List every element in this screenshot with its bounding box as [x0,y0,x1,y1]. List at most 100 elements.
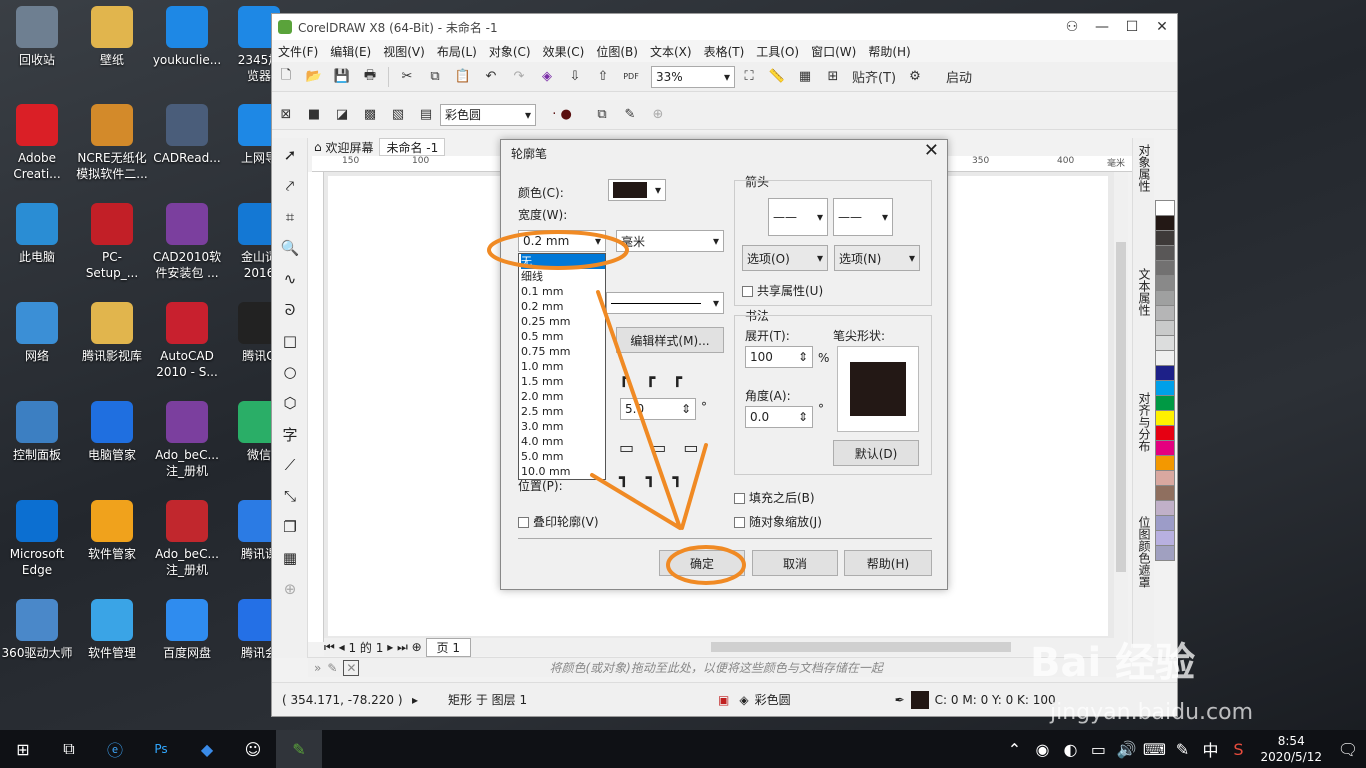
vertical-scrollbar[interactable] [1114,172,1128,642]
crop-tool-icon[interactable]: ⌗ [275,203,305,231]
save-icon[interactable]: 💾 [330,66,354,88]
width-option[interactable]: 2.5 mm [521,404,605,419]
status-arrow-icon[interactable]: ▸ [412,693,418,707]
desktop-icon[interactable]: 电脑管家 [76,401,148,463]
menu-item[interactable]: 位图(B) [590,43,644,60]
freehand-tool-icon[interactable]: ∿ [275,265,305,293]
paste-icon[interactable]: 📋 [451,66,475,88]
ie-browser-icon[interactable]: ⓔ [92,730,138,768]
width-option[interactable]: 4.0 mm [521,434,605,449]
add-tool-icon[interactable]: ⊕ [275,575,305,603]
task-view-icon[interactable]: ⧉ [46,730,92,768]
palette-swatch[interactable] [1155,500,1175,516]
pick-tool-icon[interactable]: ➚ [275,141,305,169]
palette-swatch[interactable] [1155,230,1175,246]
palette-swatch[interactable] [1155,365,1175,381]
guidelines-icon[interactable]: ⊞ [821,66,845,88]
position-icons[interactable]: ┓ ┓ ┓ [619,468,688,487]
import-icon[interactable]: ⇩ [563,66,587,88]
snap-to-button[interactable]: 贴齐(T) [849,66,899,88]
next-page-icon[interactable]: ▸ [383,640,397,654]
rulers-icon[interactable]: 📏 [765,66,789,88]
desktop-icon[interactable]: CAD2010软 件安装包 ... [151,203,223,281]
redo-icon[interactable]: ↷ [507,66,531,88]
artistic-media-icon[interactable]: ᘐ [275,296,305,324]
menu-item[interactable]: 窗口(W) [805,43,862,60]
desktop-icon[interactable]: Ado_beC... 注_册机 [151,401,223,479]
coreldraw-taskbar-icon[interactable]: ✎ [276,730,322,768]
palette-swatch[interactable] [1155,395,1175,411]
menu-item[interactable]: 表格(T) [698,43,751,60]
pattern-fill-icon[interactable]: ▩ [358,104,382,126]
options-gear-icon[interactable]: ⚙ [903,66,927,88]
network-icon[interactable]: ⌨ [1140,730,1168,768]
add-page-icon[interactable]: ⊕ [412,640,426,654]
palette-swatch[interactable] [1155,260,1175,276]
desktop-icon[interactable]: Ado_beC... 注_册机 [151,500,223,578]
menu-item[interactable]: 布局(L) [431,43,483,60]
prev-page-icon[interactable]: ◂ [339,640,349,654]
menu-item[interactable]: 视图(V) [377,43,431,60]
edit-style-button[interactable]: 编辑样式(M)... [616,327,724,353]
palette-swatch[interactable] [1155,350,1175,366]
close-button[interactable]: ✕ [1147,19,1177,35]
scale-with-object-checkbox[interactable]: 随对象缩放(J) [734,513,822,530]
width-option[interactable]: 5.0 mm [521,449,605,464]
cut-icon[interactable]: ✂ [395,66,419,88]
eyedropper-icon[interactable]: ✎ [327,661,337,675]
shape-tool-icon[interactable]: ⤤ [275,172,305,200]
security-icon[interactable]: ◉ [1028,730,1056,768]
last-page-icon[interactable]: ⏭ [397,640,412,655]
default-button[interactable]: 默认(D) [833,440,919,466]
pen-icon[interactable]: ✎ [1168,730,1196,768]
palette-swatch[interactable] [1155,305,1175,321]
end-arrow-combo[interactable]: —— ▾ [833,198,893,236]
docker-tab[interactable]: 文本属性 [1136,268,1153,386]
gradient-fill-icon[interactable]: ◪ [330,104,354,126]
desktop-icon[interactable]: 此电脑 [1,203,73,265]
miter-limit-field[interactable]: 5.0 ⇕ [620,398,696,420]
tab-welcome[interactable]: ⌂ 欢迎屏幕 [308,138,379,156]
docker-tab[interactable]: 对象属性 [1136,144,1153,262]
width-option[interactable]: 10.0 mm [521,464,605,479]
desktop-icon[interactable]: 回收站 [1,6,73,68]
minimize-button[interactable]: — [1087,19,1117,35]
palette-swatch[interactable] [1155,470,1175,486]
pdf-icon[interactable]: PDF [619,66,643,88]
palette-swatch[interactable] [1155,515,1175,531]
zoom-level-combo[interactable]: 33% ▾ [651,65,735,88]
docker-tab[interactable]: 对齐与分布 [1136,392,1153,510]
menu-item[interactable]: 帮助(H) [862,43,916,60]
stretch-field[interactable]: 100 ⇕ [745,346,813,368]
desktop-icon[interactable]: NCRE无纸化 模拟软件二... [76,104,148,182]
copy-fill-icon[interactable]: ⧉ [590,104,614,126]
texture-fill-icon[interactable]: ▧ [386,104,410,126]
zoom-tool-icon[interactable]: 🔍 [275,234,305,262]
width-option[interactable]: 2.0 mm [521,389,605,404]
start-arrow-combo[interactable]: —— ▾ [768,198,828,236]
desktop-icon[interactable]: AutoCAD 2010 - S... [151,302,223,380]
drop-shadow-icon[interactable]: ❐ [275,513,305,541]
desktop-icon[interactable]: 控制面板 [1,401,73,463]
desktop-icon[interactable]: 软件管理 [76,599,148,661]
desktop-icon[interactable]: PC-Setup_... [76,203,148,281]
width-option[interactable]: 0.25 mm [521,314,605,329]
nib-shape-preview[interactable] [837,346,919,432]
docker-tab[interactable]: 位图颜色遮罩 [1136,516,1153,634]
palette-swatch[interactable] [1155,410,1175,426]
palette-swatch[interactable] [1155,380,1175,396]
horizontal-scrollbar[interactable] [710,642,1011,652]
menu-item[interactable]: 效果(C) [537,43,591,60]
desktop-icon[interactable]: CADRead... [151,104,223,166]
corner-style-icons[interactable]: ┏ ┏ ┏ [619,368,688,387]
width-option[interactable]: 0.1 mm [521,284,605,299]
palette-swatch[interactable] [1155,215,1175,231]
page-tab[interactable]: 页 1 [425,637,471,657]
copy-icon[interactable]: ⧉ [423,66,447,88]
width-option[interactable]: 细线 [521,269,605,284]
width-option[interactable]: 0.2 mm [521,299,605,314]
uniform-fill-icon[interactable]: ■ [302,104,326,126]
palette-swatch[interactable] [1155,275,1175,291]
menu-item[interactable]: 文件(F) [272,43,324,60]
arrow-options-right[interactable]: 选项(N) ▾ [834,245,920,271]
